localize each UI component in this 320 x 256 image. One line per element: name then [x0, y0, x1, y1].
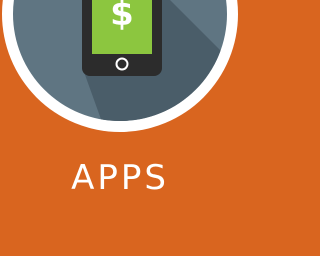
tile-title: APPS — [71, 158, 169, 198]
apps-badge: $ — [2, 0, 238, 132]
dollar-icon: $ — [110, 0, 134, 34]
mobile-payment-icon: $ — [82, 0, 162, 76]
apps-tile[interactable]: $ APPS — [0, 0, 240, 256]
